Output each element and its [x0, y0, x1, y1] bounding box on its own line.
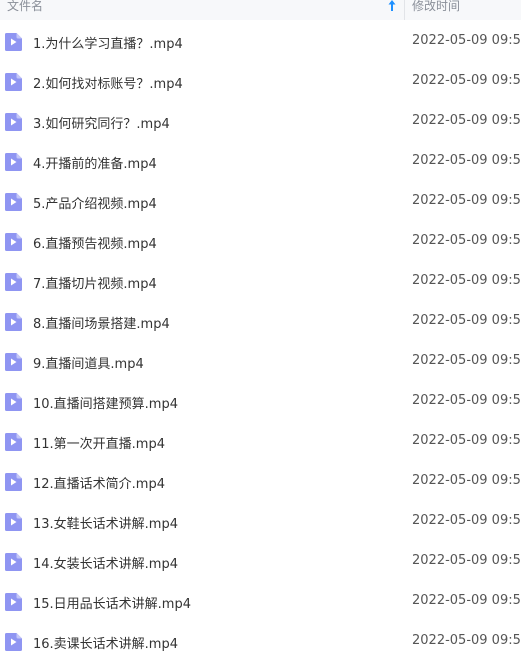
video-file-icon	[5, 193, 22, 211]
file-row[interactable]: 1.为什么学习直播？.mp4 2022-05-09 09:53	[0, 22, 521, 62]
file-name[interactable]: 12.直播话术简介.mp4	[33, 473, 165, 492]
video-file-icon	[5, 313, 22, 331]
video-file-icon	[5, 633, 22, 651]
file-name[interactable]: 8.直播间场景搭建.mp4	[33, 313, 170, 332]
video-file-icon	[5, 473, 22, 491]
video-file-icon	[5, 33, 22, 51]
file-row[interactable]: 16.卖课长话术讲解.mp4 2022-05-09 09:53	[0, 622, 521, 662]
video-file-icon	[5, 153, 22, 171]
sort-ascending-icon[interactable]	[386, 0, 398, 14]
file-list-header: 文件名 修改时间	[0, 0, 521, 20]
file-modified-time: 2022-05-09 09:53	[412, 113, 521, 128]
video-file-icon	[5, 273, 22, 291]
file-row[interactable]: 3.如何研究同行？.mp4 2022-05-09 09:53	[0, 102, 521, 142]
file-name[interactable]: 7.直播切片视频.mp4	[33, 273, 157, 292]
file-row[interactable]: 8.直播间场景搭建.mp4 2022-05-09 09:53	[0, 302, 521, 342]
column-divider[interactable]	[404, 0, 405, 20]
file-modified-time: 2022-05-09 09:53	[412, 633, 521, 648]
video-file-icon	[5, 393, 22, 411]
file-list: 1.为什么学习直播？.mp4 2022-05-09 09:53 2.如何找对标账号？…	[0, 22, 521, 662]
file-modified-time: 2022-05-09 09:53	[412, 393, 521, 408]
file-name[interactable]: 15.日用品长话术讲解.mp4	[33, 593, 191, 612]
file-row[interactable]: 14.女装长话术讲解.mp4 2022-05-09 09:53	[0, 542, 521, 582]
file-row[interactable]: 11.第一次开直播.mp4 2022-05-09 09:53	[0, 422, 521, 462]
video-file-icon	[5, 233, 22, 251]
file-modified-time: 2022-05-09 09:53	[412, 473, 521, 488]
file-modified-time: 2022-05-09 09:53	[412, 353, 521, 368]
file-row[interactable]: 12.直播话术简介.mp4 2022-05-09 09:53	[0, 462, 521, 502]
file-name[interactable]: 4.开播前的准备.mp4	[33, 153, 157, 172]
file-row[interactable]: 5.产品介绍视频.mp4 2022-05-09 09:53	[0, 182, 521, 222]
video-file-icon	[5, 73, 22, 91]
file-row[interactable]: 10.直播间搭建预算.mp4 2022-05-09 09:53	[0, 382, 521, 422]
file-row[interactable]: 6.直播预告视频.mp4 2022-05-09 09:53	[0, 222, 521, 262]
file-row[interactable]: 4.开播前的准备.mp4 2022-05-09 09:53	[0, 142, 521, 182]
file-name[interactable]: 14.女装长话术讲解.mp4	[33, 553, 178, 572]
file-name[interactable]: 5.产品介绍视频.mp4	[33, 193, 157, 212]
column-header-modified-time[interactable]: 修改时间	[412, 0, 460, 14]
file-name[interactable]: 16.卖课长话术讲解.mp4	[33, 633, 178, 652]
file-name[interactable]: 13.女鞋长话术讲解.mp4	[33, 513, 178, 532]
video-file-icon	[5, 553, 22, 571]
file-name[interactable]: 3.如何研究同行？.mp4	[33, 113, 170, 132]
file-name[interactable]: 6.直播预告视频.mp4	[33, 233, 157, 252]
video-file-icon	[5, 513, 22, 531]
file-modified-time: 2022-05-09 09:53	[412, 513, 521, 528]
video-file-icon	[5, 433, 22, 451]
file-name[interactable]: 9.直播间道具.mp4	[33, 353, 144, 372]
file-modified-time: 2022-05-09 09:53	[412, 73, 521, 88]
file-modified-time: 2022-05-09 09:53	[412, 153, 521, 168]
file-modified-time: 2022-05-09 09:53	[412, 593, 521, 608]
file-modified-time: 2022-05-09 09:53	[412, 233, 521, 248]
file-modified-time: 2022-05-09 09:53	[412, 553, 521, 568]
file-modified-time: 2022-05-09 09:53	[412, 313, 521, 328]
column-header-filename[interactable]: 文件名	[7, 0, 43, 14]
file-modified-time: 2022-05-09 09:53	[412, 193, 521, 208]
video-file-icon	[5, 113, 22, 131]
file-row[interactable]: 9.直播间道具.mp4 2022-05-09 09:53	[0, 342, 521, 382]
file-name[interactable]: 1.为什么学习直播？.mp4	[33, 33, 183, 52]
file-name[interactable]: 2.如何找对标账号？.mp4	[33, 73, 183, 92]
video-file-icon	[5, 353, 22, 371]
file-row[interactable]: 13.女鞋长话术讲解.mp4 2022-05-09 09:53	[0, 502, 521, 542]
file-row[interactable]: 15.日用品长话术讲解.mp4 2022-05-09 09:53	[0, 582, 521, 622]
file-row[interactable]: 7.直播切片视频.mp4 2022-05-09 09:53	[0, 262, 521, 302]
file-modified-time: 2022-05-09 09:53	[412, 33, 521, 48]
file-name[interactable]: 11.第一次开直播.mp4	[33, 433, 165, 452]
video-file-icon	[5, 593, 22, 611]
file-name[interactable]: 10.直播间搭建预算.mp4	[33, 393, 178, 412]
file-modified-time: 2022-05-09 09:53	[412, 433, 521, 448]
file-row[interactable]: 2.如何找对标账号？.mp4 2022-05-09 09:53	[0, 62, 521, 102]
file-modified-time: 2022-05-09 09:53	[412, 273, 521, 288]
